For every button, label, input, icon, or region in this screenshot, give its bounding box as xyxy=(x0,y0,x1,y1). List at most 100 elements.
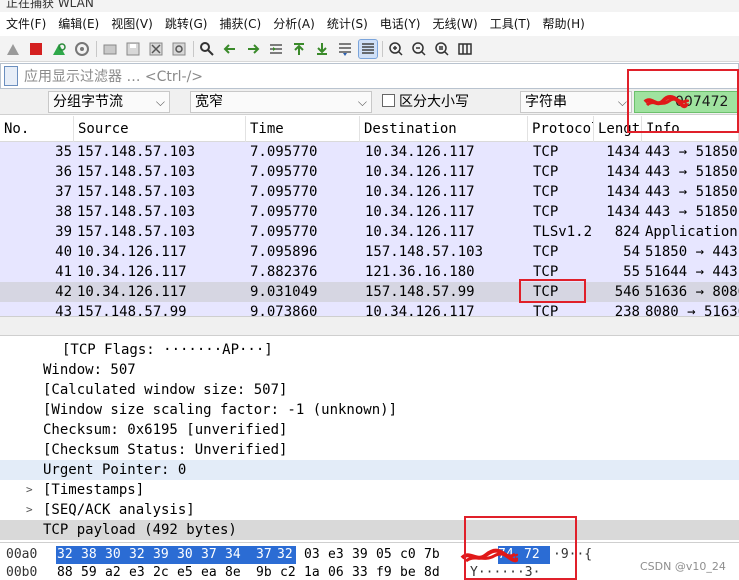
packet-list: 35 157.148.57.103 7.095770 10.34.126.117… xyxy=(0,142,739,316)
search-in-select[interactable]: 分组字节流 ⌵ xyxy=(48,91,170,113)
auto-scroll-icon[interactable] xyxy=(336,40,354,58)
go-to-packet-icon[interactable] xyxy=(267,40,285,58)
find-packet-icon[interactable] xyxy=(198,40,216,58)
go-back-icon[interactable] xyxy=(221,40,239,58)
column-info[interactable]: Info xyxy=(642,116,739,142)
packet-row-selected[interactable]: 42 10.34.126.117 9.031049 157.148.57.99 … xyxy=(0,282,739,302)
packet-row[interactable]: 39 157.148.57.103 7.095770 10.34.126.117… xyxy=(0,222,739,242)
reload-file-icon[interactable] xyxy=(170,40,188,58)
menu-capture[interactable]: 捕获(C) xyxy=(213,12,267,36)
chevron-down-icon: ⌵ xyxy=(357,95,367,109)
packet-length: 1434 xyxy=(606,184,640,200)
close-file-icon[interactable] xyxy=(147,40,165,58)
shark-fin-start-icon[interactable] xyxy=(4,40,22,58)
packet-protocol: TCP xyxy=(533,184,559,200)
detail-row[interactable]: Checksum: 0x6195 [unverified] xyxy=(0,420,739,440)
normal-size-icon[interactable] xyxy=(433,40,451,58)
detail-row[interactable]: Window: 507 xyxy=(0,360,739,380)
menu-edit[interactable]: 编辑(E) xyxy=(52,12,105,36)
search-type-select[interactable]: 字符串 ⌵ xyxy=(520,91,632,113)
display-filter-bar[interactable]: 应用显示过滤器 … <Ctrl-/> xyxy=(0,63,739,89)
zoom-out-icon[interactable] xyxy=(410,40,428,58)
hex-byte: 7b xyxy=(424,547,440,562)
column-destination[interactable]: Destination xyxy=(360,116,528,142)
chevron-right-icon[interactable]: > xyxy=(26,480,33,500)
column-time[interactable]: Time xyxy=(246,116,360,142)
packet-row[interactable]: 40 10.34.126.117 7.095896 157.148.57.103… xyxy=(0,242,739,262)
chevron-down-icon: ⌵ xyxy=(155,95,165,109)
display-filter-input[interactable]: 应用显示过滤器 … <Ctrl-/> xyxy=(24,66,203,86)
detail-row[interactable]: [Calculated window size: 507] xyxy=(0,380,739,400)
hex-byte: a2 xyxy=(105,565,121,580)
open-file-icon[interactable] xyxy=(101,40,119,58)
char-width-select[interactable]: 宽窄 ⌵ xyxy=(190,91,372,113)
packet-row[interactable]: 43 157.148.57.99 9.073860 10.34.126.117 … xyxy=(0,302,739,316)
detail-text: [Checksum Status: Unverified] xyxy=(43,442,288,458)
menu-wireless[interactable]: 无线(W) xyxy=(427,12,484,36)
menu-analyze[interactable]: 分析(A) xyxy=(267,12,321,36)
packet-destination: 10.34.126.117 xyxy=(365,164,475,180)
pane-splitter[interactable] xyxy=(0,316,739,336)
packet-time: 9.073860 xyxy=(250,304,318,316)
char-width-value: 宽窄 xyxy=(195,94,223,110)
search-in-value: 分组字节流 xyxy=(53,94,123,110)
menu-help[interactable]: 帮助(H) xyxy=(536,12,590,36)
hex-byte: 32 xyxy=(128,546,152,564)
go-first-icon[interactable] xyxy=(290,40,308,58)
packet-time: 7.882376 xyxy=(250,264,318,280)
packet-source: 10.34.126.117 xyxy=(77,284,187,300)
packet-info: 51644 → 443 xyxy=(645,264,738,280)
zoom-in-icon[interactable] xyxy=(387,40,405,58)
detail-row-selected[interactable]: TCP payload (492 bytes) xyxy=(0,520,739,540)
menu-file[interactable]: 文件(F) xyxy=(0,12,52,36)
packet-no: 39 xyxy=(55,224,72,240)
detail-row-expandable[interactable]: > [SEQ/ACK analysis] xyxy=(0,500,739,520)
save-file-icon[interactable] xyxy=(124,40,142,58)
column-no[interactable]: No. xyxy=(0,116,74,142)
detail-text: [SEQ/ACK analysis] xyxy=(43,502,195,518)
detail-row[interactable]: [Checksum Status: Unverified] xyxy=(0,440,739,460)
case-sensitive-checkbox[interactable] xyxy=(382,94,395,107)
column-source[interactable]: Source xyxy=(74,116,246,142)
hex-byte: e5 xyxy=(177,565,193,580)
colorize-packet-list-icon[interactable] xyxy=(358,38,378,59)
find-value-input[interactable]: 007472 xyxy=(634,91,739,113)
menu-telephony[interactable]: 电话(Y) xyxy=(374,12,427,36)
packet-length: 824 xyxy=(614,224,640,240)
packet-row[interactable]: 37 157.148.57.103 7.095770 10.34.126.117… xyxy=(0,182,739,202)
detail-row-expandable[interactable]: > [Timestamps] xyxy=(0,480,739,500)
packet-row[interactable]: 36 157.148.57.103 7.095770 10.34.126.117… xyxy=(0,162,739,182)
restart-capture-icon[interactable] xyxy=(50,40,68,58)
menu-statistics[interactable]: 统计(S) xyxy=(321,12,374,36)
bookmark-icon[interactable] xyxy=(4,66,18,86)
menu-go[interactable]: 跳转(G) xyxy=(159,12,214,36)
hex-byte: c0 xyxy=(400,547,416,562)
packet-row[interactable]: 35 157.148.57.103 7.095770 10.34.126.117… xyxy=(0,142,739,162)
packet-row[interactable]: 41 10.34.126.117 7.882376 121.36.16.180 … xyxy=(0,262,739,282)
detail-text: [TCP Flags: ·······AP···] xyxy=(62,342,273,358)
menu-view[interactable]: 视图(V) xyxy=(105,12,159,36)
capture-options-icon[interactable] xyxy=(73,40,91,58)
column-protocol[interactable]: Protocol xyxy=(528,116,594,142)
redaction-scribble xyxy=(643,95,689,109)
packet-time: 9.031049 xyxy=(250,284,318,300)
toolbar-separator xyxy=(193,40,194,57)
go-forward-icon[interactable] xyxy=(244,40,262,58)
packet-row[interactable]: 38 157.148.57.103 7.095770 10.34.126.117… xyxy=(0,202,739,222)
hex-byte: 05 xyxy=(376,547,392,562)
go-last-icon[interactable] xyxy=(313,40,331,58)
detail-row[interactable]: [Window size scaling factor: -1 (unknown… xyxy=(0,400,739,420)
detail-row[interactable]: [TCP Flags: ·······AP···] xyxy=(0,340,739,360)
packet-info: 51636 → 8080 xyxy=(645,284,739,300)
menu-tools[interactable]: 工具(T) xyxy=(484,12,537,36)
packet-time: 7.095770 xyxy=(250,184,318,200)
hex-ascii: Y······3· xyxy=(470,565,541,580)
hex-byte: 39 xyxy=(152,546,176,564)
hex-row[interactable]: 00a0 32 38 30 32 39 30 37 34 37 32 03 e3… xyxy=(0,546,739,564)
column-length[interactable]: Length xyxy=(594,116,642,142)
chevron-right-icon[interactable]: > xyxy=(26,500,33,520)
hex-row[interactable]: 00b0 88 59 a2 e3 2c e5 ea 8e 9b c2 1a 06… xyxy=(0,564,739,580)
detail-row[interactable]: Urgent Pointer: 0 xyxy=(0,460,739,480)
stop-capture-icon[interactable] xyxy=(27,40,45,58)
resize-columns-icon[interactable] xyxy=(456,40,474,58)
